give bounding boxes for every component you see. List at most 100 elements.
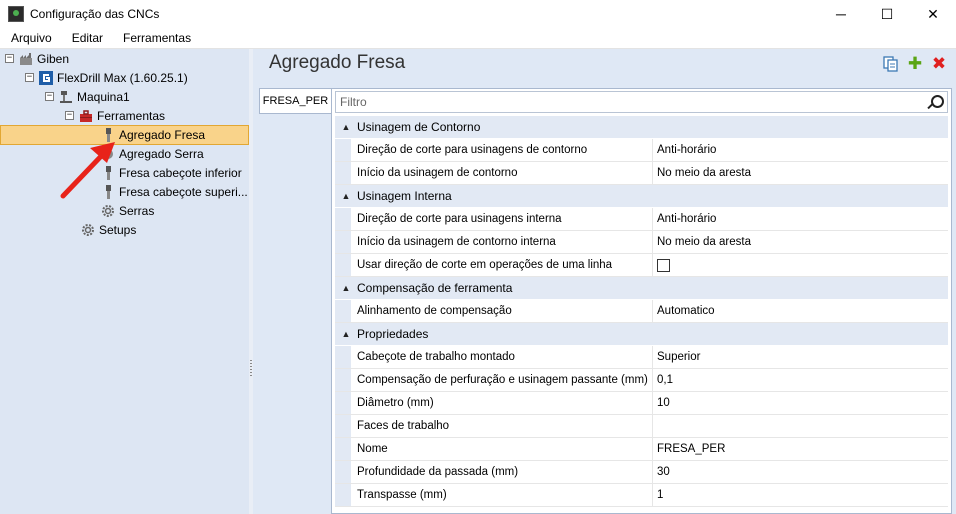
category-usinagem-interna[interactable]: ▲ Usinagem Interna <box>335 185 948 207</box>
property-row[interactable]: Faces de trabalho <box>335 415 948 438</box>
property-name: Início da usinagem de contorno <box>351 162 653 184</box>
category-label: Compensação de ferramenta <box>357 281 513 295</box>
tree-label-flexdrill: FlexDrill Max (1.60.25.1) <box>57 70 188 85</box>
minimize-button[interactable]: ─ <box>818 0 864 28</box>
property-row[interactable]: Cabeçote de trabalho montado Superior <box>335 346 948 369</box>
title-bar: Configuração das CNCs ─ ☐ ✕ <box>0 0 956 28</box>
property-name: Cabeçote de trabalho montado <box>351 346 653 368</box>
property-row[interactable]: Profundidade da passada (mm) 30 <box>335 461 948 484</box>
drill-machine-icon <box>60 90 72 103</box>
tree-label-ferramentas: Ferramentas <box>97 108 166 123</box>
header-toolbar: ✚ ✖ <box>882 54 948 73</box>
property-row[interactable]: Nome FRESA_PER <box>335 438 948 461</box>
collapse-icon[interactable]: − <box>5 54 14 63</box>
machine-brand-icon <box>39 70 53 85</box>
filter-input[interactable] <box>336 94 925 110</box>
menu-arquivo[interactable]: Arquivo <box>2 28 61 49</box>
tree-node-serras[interactable]: Serras <box>101 201 154 220</box>
category-propriedades[interactable]: ▲ Propriedades <box>335 323 948 345</box>
window-title: Configuração das CNCs <box>30 7 160 21</box>
tree-label-fresa-inferior: Fresa cabeçote inferior <box>119 165 242 180</box>
tree-label-agregado-serra: Agregado Serra <box>119 146 204 161</box>
tree-label-giben: Giben <box>37 51 70 66</box>
annotation-arrow <box>60 142 115 199</box>
property-row[interactable]: Compensação de perfuração e usinagem pas… <box>335 369 948 392</box>
property-name: Nome <box>351 438 653 460</box>
app-icon <box>8 6 24 22</box>
menu-ferramentas[interactable]: Ferramentas <box>114 28 200 49</box>
property-name: Usar direção de corte em operações de um… <box>351 254 653 276</box>
maximize-button[interactable]: ☐ <box>864 0 910 28</box>
property-name: Transpasse (mm) <box>351 484 653 506</box>
property-name: Direção de corte para usinagens interna <box>351 208 653 230</box>
tree-label-serras: Serras <box>119 203 155 218</box>
tool-tab-strip: FRESA_PER <box>259 88 331 514</box>
property-value[interactable]: No meio da aresta <box>653 162 948 184</box>
filter-box <box>335 91 948 113</box>
add-icon[interactable]: ✚ <box>906 54 924 73</box>
tree-node-setups[interactable]: Setups <box>81 220 136 239</box>
menu-bar: Arquivo Editar Ferramentas <box>0 28 956 49</box>
property-value[interactable]: FRESA_PER <box>653 438 948 460</box>
property-row[interactable]: Início da usinagem de contorno No meio d… <box>335 162 948 185</box>
menu-editar[interactable]: Editar <box>63 28 112 49</box>
property-value[interactable]: 10 <box>653 392 948 414</box>
property-value[interactable] <box>653 415 948 437</box>
property-value[interactable]: Anti-horário <box>653 139 948 161</box>
category-usinagem-contorno[interactable]: ▲ Usinagem de Contorno <box>335 116 948 138</box>
category-compensacao[interactable]: ▲ Compensação de ferramenta <box>335 277 948 299</box>
search-icon[interactable] <box>925 92 945 112</box>
tree-node-flexdrill[interactable]: − FlexDrill Max (1.60.25.1) <box>25 68 188 87</box>
window-controls: ─ ☐ ✕ <box>818 0 956 28</box>
property-name: Diâmetro (mm) <box>351 392 653 414</box>
property-name: Faces de trabalho <box>351 415 653 437</box>
page-title: Agregado Fresa <box>269 52 406 73</box>
tab-fresa-per[interactable]: FRESA_PER <box>259 88 331 114</box>
collapse-icon[interactable]: − <box>25 73 34 82</box>
collapse-arrow-icon[interactable]: ▲ <box>335 191 357 201</box>
category-label: Propriedades <box>357 327 429 341</box>
factory-icon <box>20 52 32 65</box>
category-label: Usinagem de Contorno <box>357 120 481 134</box>
property-name: Compensação de perfuração e usinagem pas… <box>351 369 653 391</box>
property-value[interactable]: No meio da aresta <box>653 231 948 253</box>
property-value[interactable]: Anti-horário <box>653 208 948 230</box>
category-label: Usinagem Interna <box>357 189 452 203</box>
property-value[interactable]: 0,1 <box>653 369 948 391</box>
gear-icon <box>102 204 114 217</box>
line-direction-checkbox[interactable] <box>657 258 670 272</box>
delete-icon[interactable]: ✖ <box>930 54 948 73</box>
collapse-arrow-icon[interactable]: ▲ <box>335 122 357 132</box>
property-name: Profundidade da passada (mm) <box>351 461 653 483</box>
collapse-icon[interactable]: − <box>45 92 54 101</box>
property-row[interactable]: Transpasse (mm) 1 <box>335 484 948 507</box>
tree-label-maquina1: Maquina1 <box>77 89 130 104</box>
property-value[interactable]: 30 <box>653 461 948 483</box>
collapse-icon[interactable]: − <box>65 111 74 120</box>
collapse-arrow-icon[interactable]: ▲ <box>335 329 357 339</box>
property-value <box>653 254 948 276</box>
tree-label-setups: Setups <box>99 222 137 237</box>
property-row[interactable]: Diâmetro (mm) 10 <box>335 392 948 415</box>
property-name: Direção de corte para usinagens de conto… <box>351 139 653 161</box>
gear-icon <box>82 223 94 236</box>
property-value[interactable]: 1 <box>653 484 948 506</box>
copy-icon[interactable] <box>882 55 900 73</box>
collapse-arrow-icon[interactable]: ▲ <box>335 283 357 293</box>
property-row[interactable]: Direção de corte para usinagens interna … <box>335 208 948 231</box>
property-row[interactable]: Alinhamento de compensação Automatico <box>335 300 948 323</box>
property-value[interactable]: Superior <box>653 346 948 368</box>
splitter-grip[interactable] <box>250 360 252 376</box>
property-row[interactable]: Início da usinagem de contorno interna N… <box>335 231 948 254</box>
tree-label-fresa-superior: Fresa cabeçote superi... <box>119 184 248 199</box>
tree-node-ferramentas[interactable]: − Ferramentas <box>65 106 165 125</box>
property-row[interactable]: Direção de corte para usinagens de conto… <box>335 139 948 162</box>
property-value[interactable]: Automatico <box>653 300 948 322</box>
property-name: Alinhamento de compensação <box>351 300 653 322</box>
close-button[interactable]: ✕ <box>910 0 956 28</box>
toolbox-icon <box>80 109 92 122</box>
tree-node-giben[interactable]: − Giben <box>5 49 69 68</box>
property-row[interactable]: Usar direção de corte em operações de um… <box>335 254 948 277</box>
tree-node-maquina1[interactable]: − Maquina1 <box>45 87 130 106</box>
property-name: Início da usinagem de contorno interna <box>351 231 653 253</box>
